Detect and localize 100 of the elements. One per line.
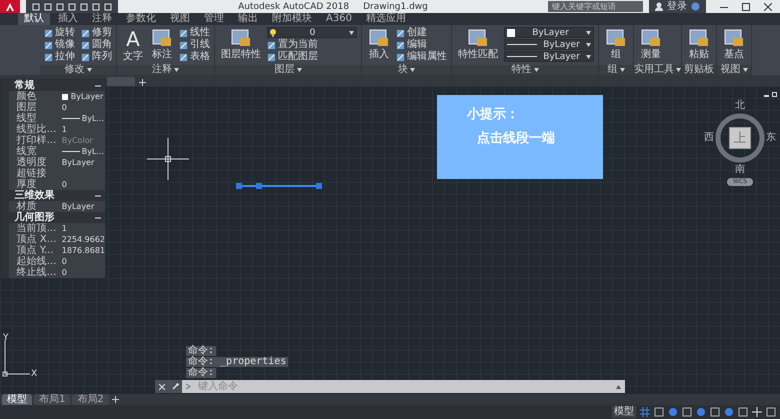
layout-tab[interactable]: 布局2 [72,394,109,405]
section-header[interactable]: 常规 [8,80,105,91]
ribbon-tab[interactable]: 默认 [18,13,50,25]
section-header[interactable]: 三维效果 [8,190,105,201]
property-value[interactable]: 1 [62,224,67,233]
ribbon-tab[interactable]: 输出 [232,13,264,25]
compass-label: 西 [704,133,714,143]
ribbon-tab[interactable]: A360 [320,13,358,25]
ribbon-tab[interactable]: 精选应用 [360,13,412,25]
selected-line-drawing[interactable] [236,183,322,189]
panel-title[interactable]: 块 [362,65,451,75]
ribbon-tool[interactable]: 编辑 [396,39,447,51]
ribbon-tab[interactable]: 插入 [52,13,84,25]
property-value[interactable]: 1876.8681 [62,246,105,255]
panel-title[interactable]: 组 [599,65,633,75]
ribbon-tab[interactable]: 管理 [198,13,230,25]
app-title: Autodesk AutoCAD 2018 [238,2,350,12]
ribbon-tool[interactable]: 粘贴 [686,27,712,63]
property-value[interactable]: 1 [62,125,67,134]
ribbon-tool[interactable]: 表格 [179,51,210,63]
section-title: 三维效果 [14,190,55,200]
ribbon-tool[interactable]: A 文字 [121,27,145,63]
property-dropdown[interactable]: ByLayer [504,51,594,62]
ribbon-tool[interactable]: 修剪 [81,27,112,39]
lightbulb-icon [270,28,276,36]
panel-title[interactable]: 实用工具 [634,65,681,75]
property-value[interactable]: 0 [62,103,67,112]
ribbon-tool[interactable]: 组 [603,27,629,63]
tool-icon [81,28,90,38]
layout-tab[interactable]: 模型 [2,394,32,405]
ribbon-tool[interactable]: 旋转 [44,27,75,39]
color-swatch-icon [62,94,68,100]
tool-icon [44,52,53,62]
minimize-icon[interactable] [764,92,769,97]
property-dropdown[interactable]: ByLayer [504,27,594,38]
panel-title[interactable]: 图层 [215,65,361,75]
panel-title[interactable]: 特性 [452,65,598,75]
property-dropdown[interactable]: 0 [267,27,357,38]
property-value[interactable]: 0 [62,268,67,277]
property-label: 厚度 [16,180,38,190]
ribbon-tool[interactable]: 基点 [721,27,747,63]
tool-icon [179,40,188,50]
property-value[interactable]: ByLayer [70,92,104,101]
search-field[interactable]: 键入关键字或短语 [548,1,643,12]
restore-icon[interactable] [772,92,777,97]
ribbon-tab[interactable]: 视图 [164,13,196,25]
property-value[interactable]: ByLayer [62,158,94,167]
tool-icon [267,40,276,50]
maximize-icon[interactable] [742,2,750,10]
ribbon-tool[interactable]: 图层特性 [219,27,263,63]
tool-icon [44,28,53,38]
ribbon-tab[interactable]: 参数化 [120,13,162,25]
close-icon[interactable] [764,2,772,10]
app-logo[interactable] [0,0,20,13]
section-header[interactable]: 几何图形 [8,212,105,223]
ribbon-tool[interactable]: 插入 [366,27,392,63]
ribbon-tool[interactable]: 编辑属性 [396,51,447,63]
ribbon-tool[interactable]: 阵列 [81,51,112,63]
property-value[interactable]: 0 [62,180,67,189]
property-value[interactable]: ByL... [82,147,104,156]
ribbon-tool[interactable]: 置为当前 [267,39,357,51]
ribbon-tab[interactable]: 注释 [86,13,118,25]
collapse-icon[interactable] [95,82,101,88]
collapse-icon[interactable] [95,192,101,198]
user-icon[interactable] [655,2,663,11]
ribbon-tool[interactable]: 匹配图层 [267,51,357,63]
ribbon-tool[interactable]: 圆角 [81,39,112,51]
plus-icon[interactable] [752,407,762,417]
ribbon-tool[interactable]: 创建 [396,27,447,39]
property-dropdown[interactable]: ByLayer [504,39,594,50]
property-value[interactable]: ByL... [82,114,104,123]
ribbon-tool[interactable]: 特性匹配 [456,27,500,63]
ribbon-tool[interactable]: 标注 [149,27,175,63]
ribbon-tool[interactable]: 拉伸 [44,51,75,63]
layout-tab[interactable]: 布局1 [34,394,70,405]
tool-icon [467,27,489,49]
caret-icon [534,68,538,72]
collapse-icon[interactable] [95,214,101,220]
model-space-toggle[interactable]: 模型 [612,406,636,418]
plus-icon[interactable] [139,79,146,86]
ribbon-tool[interactable]: 线性 [179,27,210,39]
caret-icon[interactable] [616,384,621,388]
property-value[interactable]: 2254.9662 [62,235,105,244]
ribbon-tab[interactable]: 附加模块 [266,13,318,25]
property-value[interactable]: ByLayer [62,202,94,211]
help-icon[interactable] [691,2,700,11]
ribbon-tool[interactable]: 测量 [638,27,664,63]
grid-icon[interactable] [640,407,650,417]
ribbon-tool[interactable]: 镜像 [44,39,75,51]
property-value[interactable]: 0 [62,257,67,266]
panel-title[interactable]: 修改 [40,65,116,75]
caret-icon [349,30,354,34]
panel-title[interactable]: 注释 [117,65,214,75]
panel-title[interactable]: 视图 [717,65,751,75]
ribbon-tool[interactable]: 引线 [179,39,210,51]
tool-icon [44,40,53,50]
plus-icon[interactable] [110,395,120,404]
panel-title[interactable]: 剪贴板 [682,65,716,75]
section-title: 几何图形 [14,212,55,222]
wrench-icon[interactable] [172,383,178,390]
